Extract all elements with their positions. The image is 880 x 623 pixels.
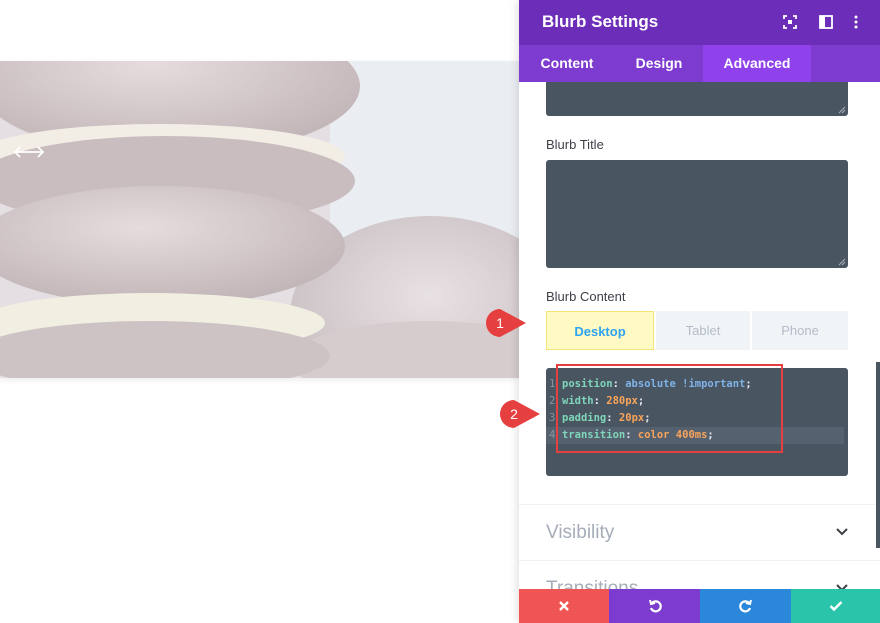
transitions-section-toggle[interactable]: Transitions — [519, 560, 880, 589]
builder-screen: Blurb Settings Content Design Advanced B… — [0, 0, 880, 623]
resize-grip-icon[interactable] — [838, 258, 846, 266]
code-highlight-box — [556, 364, 783, 453]
blurb-content-label: Blurb Content — [546, 289, 626, 304]
more-options-icon[interactable] — [847, 13, 865, 31]
visibility-section-title: Visibility — [546, 522, 615, 543]
callout-marker-1: 1 — [486, 309, 526, 337]
check-icon — [829, 601, 842, 612]
discard-button[interactable] — [519, 589, 609, 623]
action-bar — [519, 589, 880, 623]
callout-marker-2: 2 — [500, 400, 540, 428]
tab-advanced[interactable]: Advanced — [703, 45, 811, 82]
blurb-settings-panel: Blurb Settings Content Design Advanced B… — [519, 0, 880, 623]
split-view-icon[interactable] — [817, 13, 835, 31]
blurb-title-label: Blurb Title — [546, 137, 604, 152]
undo-icon — [648, 599, 662, 613]
visibility-section-toggle[interactable]: Visibility — [519, 504, 880, 559]
redo-icon — [738, 599, 752, 613]
device-tab-phone[interactable]: Phone — [750, 311, 848, 350]
tab-design[interactable]: Design — [615, 45, 703, 82]
settings-tabs: Content Design Advanced — [519, 45, 880, 82]
callout-number: 1 — [496, 315, 504, 331]
close-icon — [559, 601, 569, 611]
tab-content[interactable]: Content — [519, 45, 615, 82]
panel-title: Blurb Settings — [542, 12, 659, 31]
panel-header: Blurb Settings — [519, 0, 880, 45]
previous-css-field[interactable] — [546, 82, 848, 116]
fullscreen-icon[interactable] — [781, 13, 799, 31]
line-number: 3 — [549, 412, 556, 424]
macaron-image — [0, 61, 519, 378]
blurb-title-css-field[interactable] — [546, 160, 848, 268]
device-tabs: Desktop Tablet Phone — [546, 311, 848, 350]
page-canvas — [0, 0, 519, 623]
transitions-section-title: Transitions — [546, 578, 639, 589]
redo-button[interactable] — [700, 589, 791, 623]
line-number: 4 — [549, 429, 556, 441]
line-number: 2 — [549, 395, 556, 407]
macaron-illustration — [0, 61, 519, 378]
callout-number: 2 — [510, 406, 518, 422]
line-number: 1 — [549, 378, 556, 390]
chevron-down-icon — [836, 528, 848, 536]
device-tab-tablet[interactable]: Tablet — [654, 311, 750, 350]
device-tab-desktop[interactable]: Desktop — [546, 311, 654, 350]
panel-scrollbar[interactable] — [876, 362, 880, 548]
undo-button[interactable] — [609, 589, 700, 623]
drag-arrows-icon[interactable] — [12, 143, 46, 161]
resize-grip-icon[interactable] — [838, 106, 846, 114]
save-button[interactable] — [791, 589, 880, 623]
panel-body: Blurb Title Blurb Content Desktop Tablet… — [519, 82, 880, 589]
